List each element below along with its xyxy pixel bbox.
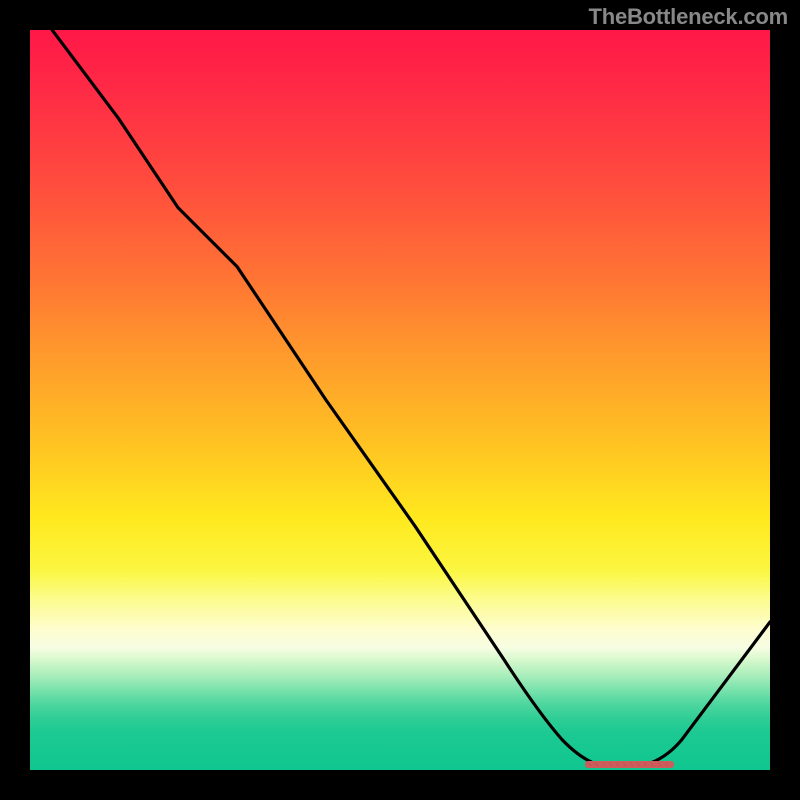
optimal-range-marker — [30, 30, 770, 770]
optimal-range-bar — [585, 761, 674, 768]
chart-plot-area — [30, 30, 770, 770]
watermark-text: TheBottleneck.com — [588, 4, 788, 30]
